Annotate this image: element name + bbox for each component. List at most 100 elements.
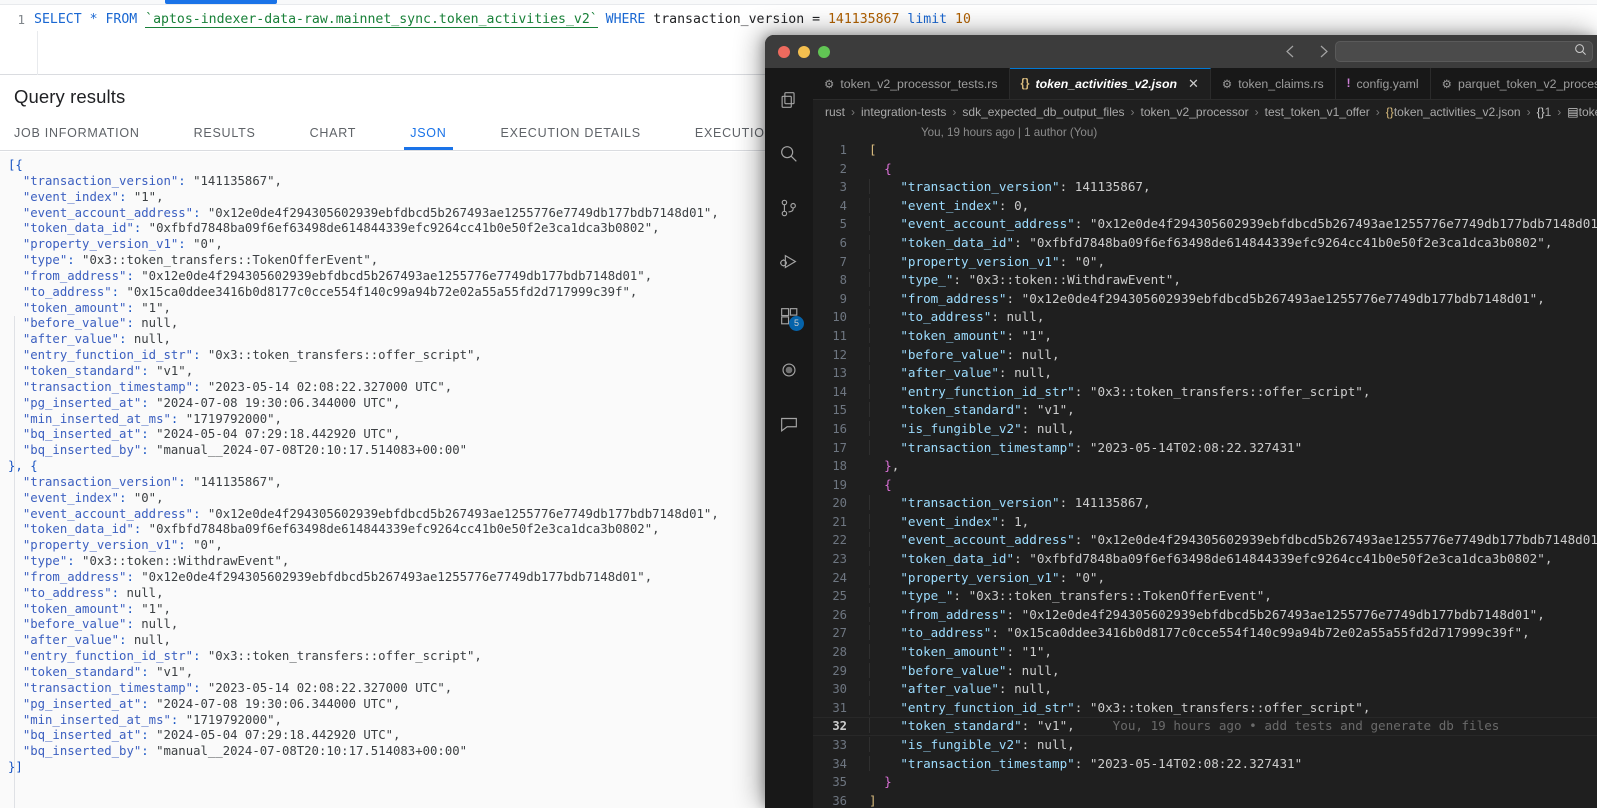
editor-line-number: 22: [832, 533, 847, 548]
editor-line[interactable]: 23 "token_data_id": "0xfbfd7848ba09f6ef6…: [813, 550, 1597, 569]
editor-line[interactable]: 18 },: [813, 457, 1597, 476]
tab-chart[interactable]: CHART: [310, 117, 357, 150]
explorer-icon[interactable]: [765, 76, 813, 124]
editor-line-number: 23: [832, 552, 847, 567]
editor-tab-label: token_v2_processor_tests.rs: [840, 76, 998, 91]
search-icon: [1574, 43, 1587, 61]
editor-tab-label: parquet_token_v2_processor: [1457, 76, 1597, 91]
tab-execution-details[interactable]: EXECUTION DETAILS: [501, 117, 641, 150]
chat-icon[interactable]: [765, 400, 813, 448]
breadcrumb-item[interactable]: token_activities_v2.json: [1394, 105, 1521, 119]
editor-line[interactable]: 16 "is_fungible_v2": null,: [813, 420, 1597, 439]
editor-line-number: 30: [832, 682, 847, 697]
editor-line[interactable]: 27 "to_address": "0x15ca0ddee3416b0d8177…: [813, 624, 1597, 643]
editor-line[interactable]: 3 "transaction_version": 141135867,: [813, 178, 1597, 197]
editor-line[interactable]: 25 "type_": "0x3::token_transfers::Token…: [813, 587, 1597, 606]
editor-tab-token_claims-rs[interactable]: ⚙ token_claims.rs: [1210, 68, 1336, 99]
editor-line[interactable]: 31 "entry_function_id_str": "0x3::token_…: [813, 699, 1597, 718]
chevron-right-icon: ›: [952, 105, 957, 119]
breadcrumb-item[interactable]: 1: [1545, 105, 1552, 119]
editor-line[interactable]: 17 "transaction_timestamp": "2023-05-14T…: [813, 439, 1597, 458]
chevron-right-icon: ›: [1130, 105, 1135, 119]
editor-line[interactable]: 9 "from_address": "0x12e0de4f29430560293…: [813, 290, 1597, 309]
editor-line[interactable]: 2 {: [813, 160, 1597, 179]
json-icon: {}: [1020, 78, 1030, 90]
breadcrumb-item[interactable]: rust: [825, 105, 845, 119]
editor-line[interactable]: 33 "is_fungible_v2": null,: [813, 736, 1597, 755]
editor-tab-token_v2_processor_tests-rs[interactable]: ⚙ token_v2_processor_tests.rs: [813, 68, 1010, 99]
editor-tab-parquet_token_v2_processor[interactable]: ⚙ parquet_token_v2_processor: [1430, 68, 1597, 99]
editor-tab-label: token_activities_v2.json: [1035, 77, 1177, 91]
editor-line[interactable]: 20 "transaction_version": 141135867,: [813, 494, 1597, 513]
editor-line[interactable]: 15 "token_standard": "v1",: [813, 401, 1597, 420]
breadcrumb-item[interactable]: token_: [1579, 105, 1597, 119]
indent-guide: "event_index": 0,: [869, 197, 1030, 213]
indent-guide: "is_fungible_v2": null,: [869, 420, 1075, 436]
editor-line-number: 25: [832, 589, 847, 604]
editor-line-number: 31: [832, 700, 847, 715]
editor-line[interactable]: 28 "token_amount": "1",: [813, 643, 1597, 662]
editor-line[interactable]: 19 {: [813, 476, 1597, 495]
tab-results[interactable]: RESULTS: [194, 117, 256, 150]
window-traffic-lights[interactable]: [778, 45, 830, 58]
editor-line[interactable]: 29 "before_value": null,: [813, 662, 1597, 681]
indent-guide: "event_account_address": "0x12e0de4f2943…: [869, 216, 1597, 232]
editor-line[interactable]: 6 "token_data_id": "0xfbfd7848ba09f6ef63…: [813, 234, 1597, 253]
editor-line-number: 33: [832, 738, 847, 752]
editor-line-number: 28: [832, 645, 847, 660]
editor-line[interactable]: 10 "to_address": null,: [813, 308, 1597, 327]
editor-line[interactable]: 11 "token_amount": "1",: [813, 327, 1597, 346]
navigation-controls[interactable]: [1281, 42, 1333, 61]
editor-line[interactable]: 14 "entry_function_id_str": "0x3::token_…: [813, 383, 1597, 402]
editor-line[interactable]: 13 "after_value": null,: [813, 364, 1597, 383]
editor-line-number: 20: [832, 496, 847, 511]
editor-line[interactable]: 1[: [813, 141, 1597, 160]
breadcrumb-item[interactable]: integration-tests: [861, 105, 946, 119]
editor-line[interactable]: 5 "event_account_address": "0x12e0de4f29…: [813, 215, 1597, 234]
indent-guide: "token_data_id": "0xfbfd7848ba09f6ef6349…: [869, 234, 1553, 250]
maximize-window-button[interactable]: [818, 45, 830, 58]
run-and-debug-icon[interactable]: [765, 238, 813, 286]
tab-job-information[interactable]: JOB INFORMATION: [14, 117, 140, 150]
editor-line[interactable]: 36]: [813, 792, 1597, 808]
rust-icon: ⚙: [1221, 78, 1233, 91]
editor-line[interactable]: 22 "event_account_address": "0x12e0de4f2…: [813, 531, 1597, 550]
vscode-code-editor[interactable]: 1[2 {3 "transaction_version": 141135867,…: [813, 141, 1597, 808]
editor-line[interactable]: 12 "before_value": null,: [813, 346, 1597, 365]
editor-line[interactable]: 26 "from_address": "0x12e0de4f2943056029…: [813, 606, 1597, 625]
editor-tab-token_activities_v2-json[interactable]: {} token_activities_v2.json ✕: [1009, 68, 1211, 99]
close-window-button[interactable]: [778, 45, 790, 58]
indent-guide: "token_data_id": "0xfbfd7848ba09f6ef6349…: [869, 551, 1553, 567]
command-center-search[interactable]: [1335, 41, 1593, 62]
editor-line[interactable]: 7 "property_version_v1": "0",: [813, 253, 1597, 272]
editor-line[interactable]: 32 "token_standard": "v1", You, 19 hours…: [813, 717, 1597, 736]
tab-json[interactable]: JSON: [404, 117, 453, 150]
breadcrumb[interactable]: rust › integration-tests › sdk_expected_db_o…: [813, 100, 1597, 124]
search-icon[interactable]: [765, 130, 813, 178]
remote-explorer-icon[interactable]: [765, 346, 813, 394]
sql-where-value: 141135867: [827, 11, 900, 27]
breadcrumb-item[interactable]: sdk_expected_db_output_files: [962, 105, 1124, 119]
editor-line[interactable]: 24 "property_version_v1": "0",: [813, 569, 1597, 588]
breadcrumb-item[interactable]: token_v2_processor: [1141, 105, 1249, 119]
editor-tab-config-yaml[interactable]: ! config.yaml: [1335, 68, 1431, 99]
editor-line[interactable]: 8 "type_": "0x3::token::WithdrawEvent",: [813, 271, 1597, 290]
breadcrumb-item[interactable]: test_token_v1_offer: [1265, 105, 1370, 119]
editor-line[interactable]: 30 "after_value": null,: [813, 680, 1597, 699]
back-arrow-icon[interactable]: [1281, 42, 1300, 61]
sql-keyword-select: SELECT * FROM: [34, 11, 146, 27]
forward-arrow-icon[interactable]: [1314, 42, 1333, 61]
editor-line[interactable]: 4 "event_index": 0,: [813, 197, 1597, 216]
source-control-icon[interactable]: [765, 184, 813, 232]
sql-code: SELECT * FROM `aptos-indexer-data-raw.ma…: [34, 11, 971, 28]
editor-line[interactable]: 21 "event_index": 1,: [813, 513, 1597, 532]
sql-gutter-divider: [37, 31, 38, 75]
close-icon[interactable]: ✕: [1188, 76, 1199, 92]
editor-line-number: 16: [832, 421, 847, 436]
minimize-window-button[interactable]: [798, 45, 810, 58]
editor-line[interactable]: 34 "transaction_timestamp": "2023-05-14T…: [813, 755, 1597, 774]
inline-blame-annotation: You, 19 hours ago • add tests and genera…: [1074, 718, 1500, 734]
editor-line[interactable]: 35 }: [813, 773, 1597, 792]
extensions-icon[interactable]: 5: [765, 292, 813, 340]
indent-guide: "transaction_version": 141135867,: [869, 179, 1151, 195]
